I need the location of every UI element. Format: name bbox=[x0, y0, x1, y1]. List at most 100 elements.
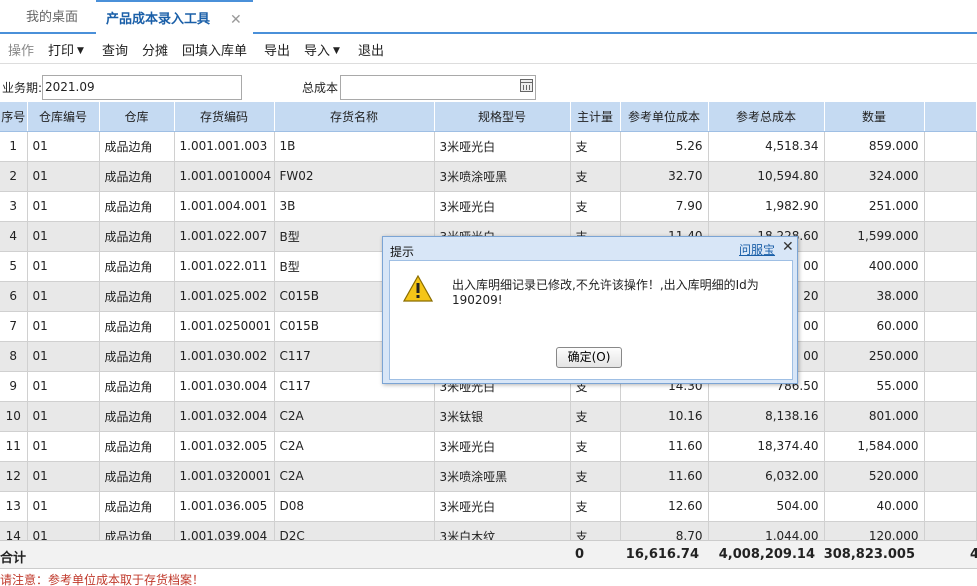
table-cell[interactable]: 251.000 bbox=[824, 191, 925, 222]
table-row[interactable]: 11 01 成品边角 1.001.032.005 C2A 3米哑光白支 11.60 18,37… bbox=[0, 431, 977, 462]
column-header[interactable]: 主计量 bbox=[570, 102, 621, 132]
table-cell[interactable]: 成品边角 bbox=[99, 401, 175, 432]
table-cell[interactable]: 01 bbox=[27, 431, 100, 462]
table-cell[interactable]: 01 bbox=[27, 491, 100, 522]
table-cell[interactable]: 250.000 bbox=[824, 341, 925, 372]
column-header[interactable]: 存货编码 bbox=[174, 102, 275, 132]
table-cell[interactable]: 1.001.032.005 bbox=[174, 431, 275, 462]
table-cell[interactable]: FW02 bbox=[274, 161, 435, 192]
table-cell[interactable]: 成品边角 bbox=[99, 161, 175, 192]
table-cell[interactable]: 01 bbox=[27, 251, 100, 282]
table-cell[interactable]: 01 bbox=[27, 131, 100, 162]
allocate-button[interactable]: 分摊 bbox=[142, 40, 168, 59]
table-cell[interactable]: 7.90 bbox=[620, 191, 709, 222]
table-cell[interactable]: C2A bbox=[274, 431, 435, 462]
table-cell[interactable]: 12.60 bbox=[620, 491, 709, 522]
table-cell[interactable]: 成品边角 bbox=[99, 371, 175, 402]
table-cell[interactable]: 01 bbox=[27, 221, 100, 252]
column-header[interactable]: 序号 bbox=[0, 102, 28, 132]
table-cell[interactable]: 18,374.40 bbox=[708, 431, 825, 462]
tab-product-cost-tool[interactable]: 产品成本录入工具 ✕ bbox=[96, 0, 253, 34]
table-cell[interactable]: 3B bbox=[274, 191, 435, 222]
table-cell[interactable]: 1.001.001.003 bbox=[174, 131, 275, 162]
table-cell[interactable]: 1.001.036.005 bbox=[174, 491, 275, 522]
table-cell[interactable]: 324.000 bbox=[824, 161, 925, 192]
table-cell[interactable]: 01 bbox=[27, 281, 100, 312]
table-cell[interactable]: 01 bbox=[27, 341, 100, 372]
column-header[interactable]: 参考单位成本 bbox=[620, 102, 709, 132]
table-cell[interactable]: 13 bbox=[0, 491, 28, 522]
table-cell[interactable]: 支 bbox=[570, 161, 621, 192]
table-cell[interactable]: 3米喷涂哑黑 bbox=[434, 461, 571, 492]
table-cell[interactable]: 10,594.80 bbox=[708, 161, 825, 192]
total-cost-input[interactable] bbox=[340, 75, 536, 100]
table-cell[interactable]: 1,982.90 bbox=[708, 191, 825, 222]
table-cell[interactable]: 1.001.0320001 bbox=[174, 461, 275, 492]
table-cell[interactable]: 801.000 bbox=[824, 401, 925, 432]
table-cell[interactable]: 1B bbox=[274, 131, 435, 162]
table-cell[interactable]: 成品边角 bbox=[99, 431, 175, 462]
table-cell[interactable]: 支 bbox=[570, 521, 621, 540]
table-cell[interactable]: 支 bbox=[570, 131, 621, 162]
table-cell[interactable]: 11.60 bbox=[620, 461, 709, 492]
table-cell[interactable]: 6,032.00 bbox=[708, 461, 825, 492]
table-cell[interactable]: 01 bbox=[27, 371, 100, 402]
table-cell[interactable]: 3米钛银 bbox=[434, 401, 571, 432]
table-cell[interactable]: 成品边角 bbox=[99, 461, 175, 492]
table-cell[interactable]: 5.26 bbox=[620, 131, 709, 162]
table-cell[interactable]: 8 bbox=[0, 341, 28, 372]
table-cell[interactable]: 成品边角 bbox=[99, 341, 175, 372]
close-icon[interactable]: ✕ bbox=[782, 239, 794, 255]
table-cell[interactable]: 01 bbox=[27, 461, 100, 492]
table-cell[interactable]: 5 bbox=[0, 251, 28, 282]
table-cell[interactable]: 32.70 bbox=[620, 161, 709, 192]
column-header[interactable]: 仓库编号 bbox=[27, 102, 100, 132]
table-cell[interactable]: 40.000 bbox=[824, 491, 925, 522]
table-cell[interactable]: 1.001.004.001 bbox=[174, 191, 275, 222]
print-menu[interactable]: 打印 ▼ bbox=[48, 40, 84, 59]
table-cell[interactable]: 1.001.022.007 bbox=[174, 221, 275, 252]
table-cell[interactable]: 38.000 bbox=[824, 281, 925, 312]
table-cell[interactable]: 1.001.0010004 bbox=[174, 161, 275, 192]
table-row[interactable]: 12 01 成品边角 1.001.0320001 C2A 3米喷涂哑黑支 11.60 6,03… bbox=[0, 461, 977, 492]
table-cell[interactable]: 8,138.16 bbox=[708, 401, 825, 432]
table-cell[interactable]: 3米白木纹 bbox=[434, 521, 571, 540]
export-button[interactable]: 导出 bbox=[264, 40, 290, 59]
table-cell[interactable]: 成品边角 bbox=[99, 221, 175, 252]
table-cell[interactable]: 3米哑光白 bbox=[434, 191, 571, 222]
import-menu[interactable]: 导入 ▼ bbox=[304, 40, 340, 59]
table-cell[interactable]: 01 bbox=[27, 401, 100, 432]
table-cell[interactable]: 8.70 bbox=[620, 521, 709, 540]
table-cell[interactable]: 2 bbox=[0, 161, 28, 192]
table-cell[interactable]: 3米哑光白 bbox=[434, 491, 571, 522]
column-header[interactable]: 参考总成本 bbox=[708, 102, 825, 132]
help-link[interactable]: 问服宝 bbox=[739, 241, 775, 258]
table-cell[interactable]: 55.000 bbox=[824, 371, 925, 402]
table-cell[interactable]: 12 bbox=[0, 461, 28, 492]
table-cell[interactable]: 成品边角 bbox=[99, 131, 175, 162]
table-cell[interactable]: 1.001.025.002 bbox=[174, 281, 275, 312]
table-cell[interactable]: 10 bbox=[0, 401, 28, 432]
table-cell[interactable]: 1,584.000 bbox=[824, 431, 925, 462]
table-cell[interactable]: 成品边角 bbox=[99, 191, 175, 222]
table-cell[interactable]: D08 bbox=[274, 491, 435, 522]
column-header[interactable]: 规格型号 bbox=[434, 102, 571, 132]
table-cell[interactable]: 1,044.00 bbox=[708, 521, 825, 540]
table-row[interactable]: 13 01 成品边角 1.001.036.005 D08 3米哑光白支 12.60 504.0… bbox=[0, 491, 977, 522]
table-cell[interactable]: 支 bbox=[570, 461, 621, 492]
table-row[interactable]: 1 01 成品边角 1.001.001.003 1B 3米哑光白支 5.26 4,518.34… bbox=[0, 131, 977, 162]
table-cell[interactable]: 成品边角 bbox=[99, 251, 175, 282]
table-row[interactable]: 10 01 成品边角 1.001.032.004 C2A 3米钛银支 10.16 8,138.… bbox=[0, 401, 977, 432]
table-cell[interactable]: 支 bbox=[570, 401, 621, 432]
table-cell[interactable]: 120.000 bbox=[824, 521, 925, 540]
table-cell[interactable]: 60.000 bbox=[824, 311, 925, 342]
table-cell[interactable]: 3米喷涂哑黑 bbox=[434, 161, 571, 192]
table-cell[interactable]: 7 bbox=[0, 311, 28, 342]
table-cell[interactable]: 14 bbox=[0, 521, 28, 540]
table-cell[interactable]: 504.00 bbox=[708, 491, 825, 522]
table-cell[interactable]: 1.001.030.004 bbox=[174, 371, 275, 402]
table-cell[interactable]: C2A bbox=[274, 461, 435, 492]
table-cell[interactable]: 3 bbox=[0, 191, 28, 222]
table-cell[interactable]: 成品边角 bbox=[99, 521, 175, 540]
column-header[interactable]: 仓库 bbox=[99, 102, 175, 132]
